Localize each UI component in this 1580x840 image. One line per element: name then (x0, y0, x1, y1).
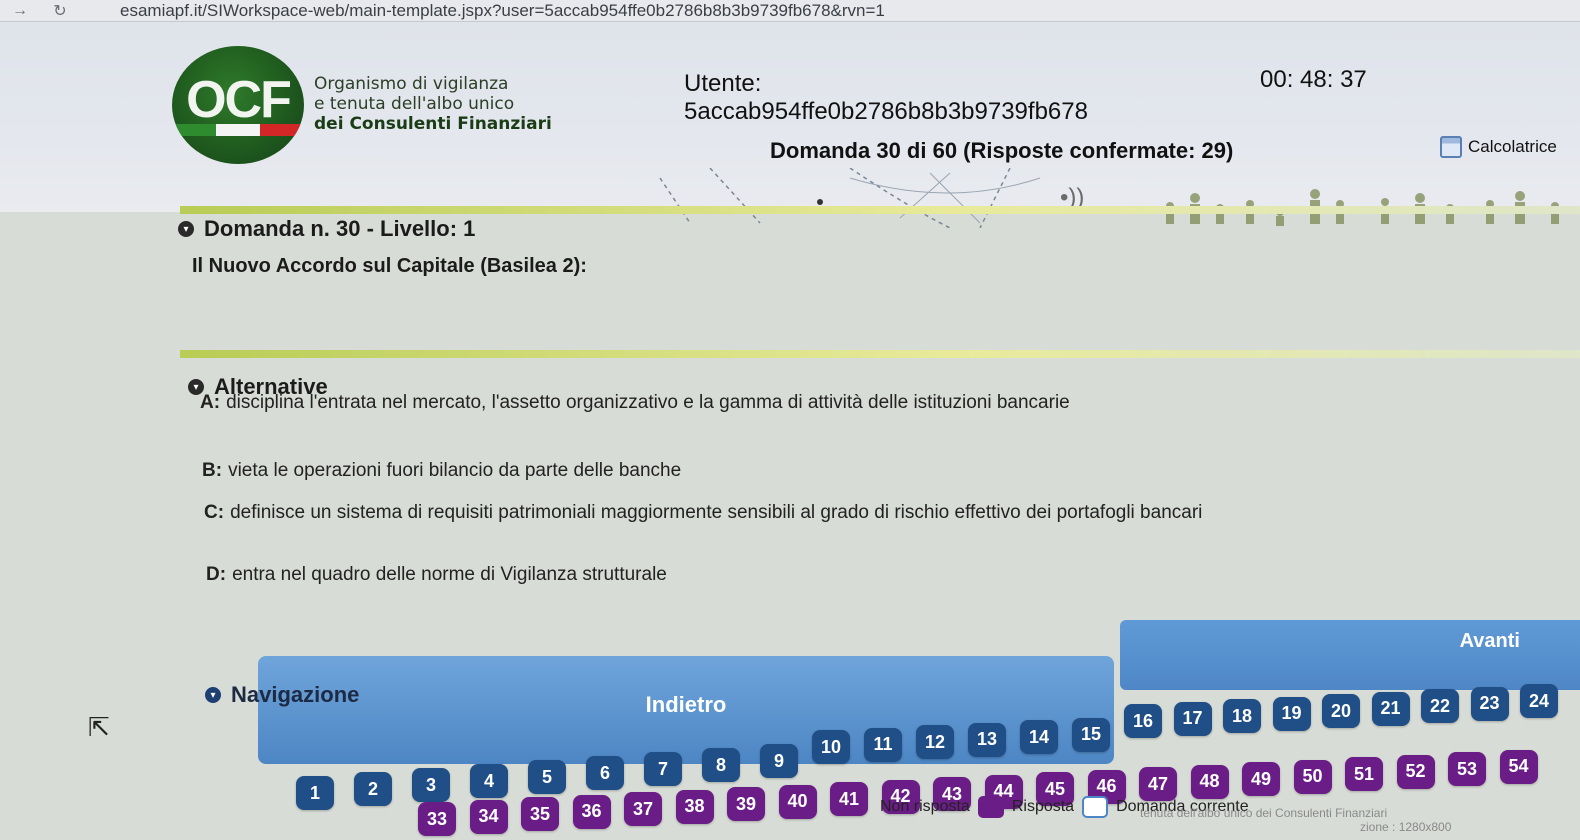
calculator-label: Calcolatrice (1468, 137, 1557, 156)
alternative-a[interactable]: A: disciplina l'entrata nel mercato, l'as… (200, 392, 1070, 414)
question-button-8[interactable]: 8 (702, 748, 740, 782)
question-button-6[interactable]: 6 (586, 756, 624, 790)
question-button-51[interactable]: 51 (1345, 757, 1383, 791)
ocf-logo: OCF (172, 46, 304, 164)
question-button-37[interactable]: 37 (624, 792, 662, 826)
bullet-arrow-icon: ▾ (205, 687, 221, 703)
alternative-letter: B: (202, 460, 223, 481)
legend-answered-swatch (977, 796, 1004, 818)
logo-text: OCF (186, 71, 292, 129)
alternative-c[interactable]: C: definisce un sistema di requisiti patr… (204, 502, 1202, 524)
user-label: Utente: (684, 70, 762, 97)
next-button[interactable]: Avanti (1120, 620, 1580, 690)
question-button-38[interactable]: 38 (675, 789, 714, 824)
question-button-5[interactable]: 5 (528, 760, 566, 794)
browser-toolbar: → ↻ esamiapf.it/SIWorkspace-web/main-tem… (0, 0, 1580, 22)
question-button-17[interactable]: 17 (1173, 701, 1212, 736)
back-arrow-icon[interactable]: → (0, 2, 40, 20)
footer-resolution: zione : 1280x800 (1360, 820, 1452, 834)
legend-current-swatch (1082, 796, 1109, 818)
alternative-b[interactable]: B: vieta le operazioni fuori bilancio da … (202, 460, 681, 482)
question-button-14[interactable]: 14 (1020, 720, 1058, 754)
question-button-23[interactable]: 23 (1470, 686, 1509, 721)
question-button-21[interactable]: 21 (1371, 691, 1410, 726)
exam-header: OCF Organismo di vigilanza e tenuta dell… (0, 22, 1580, 228)
question-button-39[interactable]: 39 (727, 787, 765, 821)
question-button-13[interactable]: 13 (968, 722, 1006, 757)
question-band (180, 206, 1580, 214)
question-button-19[interactable]: 19 (1272, 696, 1311, 731)
question-button-10[interactable]: 10 (812, 730, 850, 764)
alternative-text: vieta le operazioni fuori bilancio da pa… (228, 460, 682, 481)
question-button-40[interactable]: 40 (778, 784, 817, 819)
reload-icon[interactable]: ↻ (40, 1, 80, 21)
url-field[interactable]: esamiapf.it/SIWorkspace-web/main-templat… (120, 1, 885, 21)
question-button-12[interactable]: 12 (916, 725, 954, 759)
alternative-letter: A: (200, 392, 221, 413)
alternative-text: definisce un sistema di requisiti patrim… (230, 502, 1203, 523)
question-button-3[interactable]: 3 (412, 768, 450, 802)
alternative-d[interactable]: D: entra nel quadro delle norme di Vigila… (206, 564, 667, 586)
question-button-22[interactable]: 22 (1421, 689, 1459, 723)
question-button-41[interactable]: 41 (830, 782, 868, 816)
question-button-18[interactable]: 18 (1223, 699, 1261, 733)
org-line-2: e tenuta dell'albo unico (314, 94, 515, 114)
calculator-button[interactable]: Calcolatrice (1440, 136, 1557, 158)
question-button-52[interactable]: 52 (1396, 754, 1435, 789)
org-line-1: Organismo di vigilanza (314, 74, 509, 94)
question-button-33[interactable]: 33 (418, 802, 456, 836)
user-info: Utente: 5accab954ffe0b2786b8b3b9739fb678 (684, 70, 1088, 126)
alternatives-band (180, 350, 1580, 358)
bullet-arrow-icon: ▾ (178, 221, 194, 237)
question-button-53[interactable]: 53 (1448, 752, 1486, 786)
user-id: 5accab954ffe0b2786b8b3b9739fb678 (684, 98, 1088, 125)
exam-timer: 00: 48: 37 (1260, 66, 1367, 93)
alternative-text: disciplina l'entrata nel mercato, l'asse… (226, 392, 1070, 413)
question-counter: Domanda 30 di 60 (Risposte confermate: 2… (770, 138, 1234, 163)
question-button-16[interactable]: 16 (1124, 704, 1162, 738)
italian-flag-stripe (172, 124, 304, 136)
question-button-36[interactable]: 36 (572, 794, 611, 829)
legend-answered-label: Risposta (1011, 798, 1075, 815)
question-button-35[interactable]: 35 (521, 797, 559, 831)
footer-text: tenuta dell'albo unico dei Consulenti Fi… (1140, 806, 1388, 820)
navigation-title: ▾ Navigazione (205, 682, 359, 708)
calculator-icon (1440, 136, 1462, 158)
question-button-34[interactable]: 34 (469, 799, 508, 834)
mouse-cursor-icon: ⇱ (88, 712, 110, 742)
question-button-24[interactable]: 24 (1520, 684, 1558, 718)
decorative-people-strip (659, 168, 1559, 228)
question-button-9[interactable]: 9 (760, 744, 798, 778)
question-button-4[interactable]: 4 (470, 764, 508, 798)
org-line-3: dei Consulenti Finanziari (314, 114, 552, 134)
question-text: Il Nuovo Accordo sul Capitale (Basilea 2… (192, 255, 587, 277)
question-button-54[interactable]: 54 (1499, 749, 1538, 784)
question-button-15[interactable]: 15 (1072, 717, 1110, 752)
question-button-1[interactable]: 1 (296, 776, 334, 810)
alternative-letter: D: (206, 564, 227, 585)
question-title-text: Domanda n. 30 - Livello: 1 (204, 216, 476, 241)
question-button-48[interactable]: 48 (1190, 764, 1229, 799)
alternative-letter: C: (204, 502, 225, 523)
question-button-2[interactable]: 2 (354, 772, 392, 806)
question-button-49[interactable]: 49 (1242, 762, 1280, 796)
legend-unanswered-label: Non risposta (880, 798, 970, 815)
question-title: ▾ Domanda n. 30 - Livello: 1 (178, 216, 475, 242)
question-button-50[interactable]: 50 (1293, 759, 1332, 794)
question-button-11[interactable]: 11 (864, 727, 902, 762)
question-button-20[interactable]: 20 (1322, 694, 1360, 728)
org-name: Organismo di vigilanza e tenuta dell'alb… (314, 74, 552, 134)
navigation-title-text: Navigazione (231, 682, 360, 707)
question-button-7[interactable]: 7 (644, 752, 682, 786)
alternative-text: entra nel quadro delle norme di Vigilanz… (232, 564, 667, 585)
